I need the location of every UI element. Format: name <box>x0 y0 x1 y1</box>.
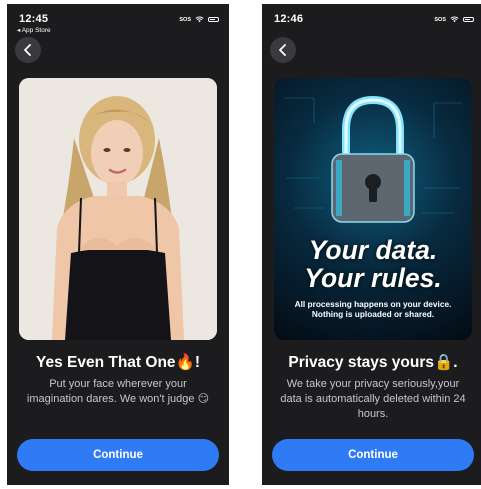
continue-button[interactable]: Continue <box>17 439 219 471</box>
wifi-icon <box>450 16 459 23</box>
sos-indicator: SOS <box>179 16 191 23</box>
hero-subtitle: All processing happens on your device. N… <box>294 299 452 319</box>
chevron-left-icon <box>279 44 286 56</box>
body-text: We take your privacy seriously,your data… <box>280 378 466 420</box>
battery-icon <box>208 16 219 23</box>
onboarding-screen-right: 12:46 SOS Your data. Your rules. All pro… <box>262 4 481 485</box>
hero-title-line-2: Your rules. <box>304 263 442 293</box>
status-icons: SOS <box>434 16 474 23</box>
back-to-app-store-link[interactable]: ◂ App Store <box>17 26 51 34</box>
woman-portrait-illustration <box>19 78 217 340</box>
onboarding-screen-left: 12:45 ◂ App Store SOS Yes Even That One🔥… <box>7 4 229 485</box>
back-button[interactable] <box>15 37 41 63</box>
back-button[interactable] <box>270 37 296 63</box>
hero-title: Your data. Your rules. <box>274 236 472 292</box>
headline: Yes Even That One🔥! <box>35 354 200 371</box>
privacy-hero-card: Your data. Your rules. All processing ha… <box>274 78 472 340</box>
status-icons: SOS <box>179 16 219 23</box>
status-bar: 12:45 ◂ App Store SOS <box>7 4 229 38</box>
body-text: Put your face wherever your imagination … <box>26 378 210 405</box>
sos-indicator: SOS <box>434 16 446 23</box>
padlock-icon <box>284 95 462 223</box>
headline: Privacy stays yours🔒. <box>288 354 458 371</box>
hero-title-line-1: Your data. <box>308 235 438 265</box>
hero-photo <box>19 78 217 340</box>
status-bar: 12:46 SOS <box>262 4 481 38</box>
battery-icon <box>463 16 474 23</box>
wifi-icon <box>195 16 204 23</box>
status-time: 12:45 <box>19 13 49 25</box>
status-time: 12:46 <box>274 13 304 25</box>
chevron-left-icon <box>24 44 31 56</box>
continue-button[interactable]: Continue <box>272 439 474 471</box>
